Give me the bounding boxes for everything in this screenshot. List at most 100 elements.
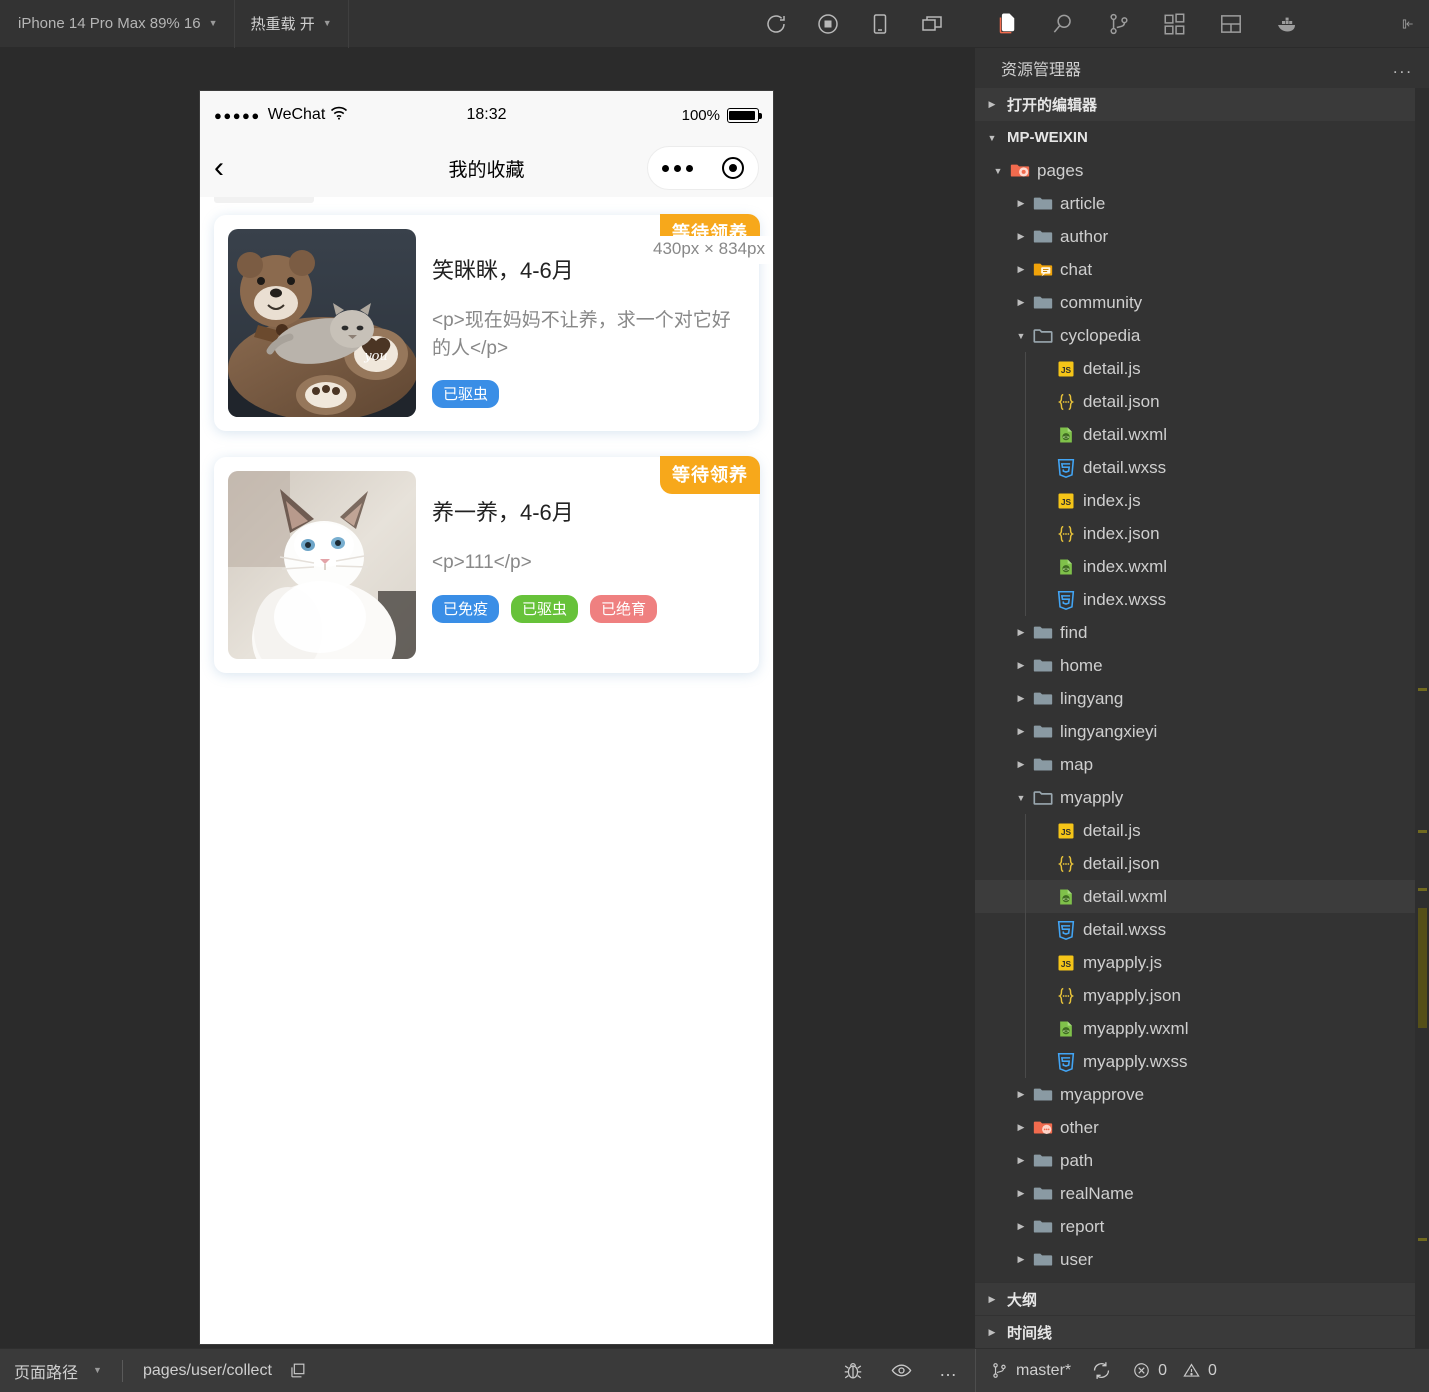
- docker-icon[interactable]: [1273, 10, 1301, 38]
- wechat-capsule-button[interactable]: [647, 146, 759, 190]
- more-dots-icon[interactable]: [662, 164, 694, 172]
- chevron-right-icon[interactable]: ▶: [1012, 198, 1030, 209]
- tree-folder-map[interactable]: ▶ map: [975, 748, 1429, 781]
- chevron-right-icon[interactable]: ▶: [1012, 726, 1030, 737]
- tree-item-label: other: [1060, 1117, 1099, 1137]
- chevron-right-icon[interactable]: ▶: [1012, 759, 1030, 770]
- problems-indicator[interactable]: 0 0: [1132, 1361, 1217, 1380]
- source-control-icon[interactable]: [1105, 10, 1133, 38]
- tree-folder-lingyangxieyi[interactable]: ▶ lingyangxieyi: [975, 715, 1429, 748]
- more-icon[interactable]: …: [939, 1360, 959, 1381]
- tree-file-detail.wxss[interactable]: detail.wxss: [975, 913, 1429, 946]
- tree-folder-find[interactable]: ▶ find: [975, 616, 1429, 649]
- tree-item-label: chat: [1060, 259, 1093, 279]
- tree-file-detail.js[interactable]: JS detail.js: [975, 814, 1429, 847]
- tree-file-detail.wxml[interactable]: <> detail.wxml: [975, 418, 1429, 451]
- folder-icon: [1030, 721, 1056, 743]
- refresh-icon[interactable]: [763, 11, 789, 37]
- chevron-right-icon: ▶: [988, 1326, 996, 1337]
- chevron-left-icon[interactable]: ‹: [214, 153, 248, 183]
- chevron-down-icon[interactable]: ▼: [989, 166, 1007, 176]
- overview-ruler[interactable]: [1415, 88, 1429, 1348]
- outline-section[interactable]: ▶ 大纲: [975, 1282, 1429, 1315]
- chevron-down-icon[interactable]: ▼: [1012, 793, 1030, 803]
- tree-folder-article[interactable]: ▶ article: [975, 187, 1429, 220]
- activity-bar: [975, 0, 1429, 48]
- hot-reload-selector[interactable]: 热重载 开 ▼: [235, 0, 348, 48]
- ide-window: iPhone 14 Pro Max 89% 16 ▼ 热重载 开 ▼ ●●●●●…: [0, 0, 1429, 1392]
- chevron-right-icon[interactable]: ▶: [1012, 297, 1030, 308]
- chevron-right-icon[interactable]: ▶: [1012, 1254, 1030, 1265]
- tree-folder-report[interactable]: ▶ report: [975, 1210, 1429, 1243]
- tree-item-label: detail.js: [1083, 820, 1141, 840]
- tree-file-index.wxss[interactable]: index.wxss: [975, 583, 1429, 616]
- open-editors-label: 打开的编辑器: [1007, 97, 1098, 114]
- chevron-right-icon[interactable]: ▶: [1012, 693, 1030, 704]
- tree-item-label: detail.json: [1083, 853, 1160, 873]
- tree-item-label: index.json: [1083, 523, 1160, 543]
- tree-folder-path[interactable]: ▶ path: [975, 1144, 1429, 1177]
- folder-special-icon: [1007, 160, 1033, 182]
- hot-reload-label: 热重载 开: [250, 16, 315, 33]
- chevron-right-icon[interactable]: ▶: [1012, 1188, 1030, 1199]
- mobile-icon[interactable]: [867, 11, 893, 37]
- collection-card[interactable]: 等待领养: [214, 456, 760, 673]
- chevron-right-icon[interactable]: ▶: [1012, 1155, 1030, 1166]
- copy-icon[interactable]: [288, 1361, 307, 1380]
- tree-folder-chat[interactable]: ▶ chat: [975, 253, 1429, 286]
- tree-item-label: find: [1060, 622, 1088, 642]
- record-stop-icon[interactable]: [815, 11, 841, 37]
- tree-file-detail.json[interactable]: detail.json: [975, 385, 1429, 418]
- chevron-down-icon[interactable]: ▼: [1012, 331, 1030, 341]
- tree-folder-other[interactable]: ▶ other: [975, 1111, 1429, 1144]
- tree-file-myapply.json[interactable]: myapply.json: [975, 979, 1429, 1012]
- chevron-right-icon[interactable]: ▶: [1012, 627, 1030, 638]
- tree-folder-myapprove[interactable]: ▶ myapprove: [975, 1078, 1429, 1111]
- tree-file-index.js[interactable]: JS index.js: [975, 484, 1429, 517]
- tree-file-myapply.wxss[interactable]: myapply.wxss: [975, 1045, 1429, 1078]
- chevron-right-icon[interactable]: ▶: [1012, 1089, 1030, 1100]
- git-branch-indicator[interactable]: master*: [990, 1361, 1071, 1380]
- more-icon[interactable]: ...: [1393, 58, 1413, 78]
- tree-file-detail.wxss[interactable]: detail.wxss: [975, 451, 1429, 484]
- page-path-selector[interactable]: 页面路径 ▼: [14, 1359, 102, 1383]
- tree-folder-home[interactable]: ▶ home: [975, 649, 1429, 682]
- timeline-section[interactable]: ▶ 时间线: [975, 1315, 1429, 1348]
- chevron-right-icon[interactable]: ▶: [1012, 1221, 1030, 1232]
- tree-file-detail.json[interactable]: detail.json: [975, 847, 1429, 880]
- device-selector[interactable]: iPhone 14 Pro Max 89% 16 ▼: [0, 0, 234, 48]
- extensions-icon[interactable]: [1161, 10, 1189, 38]
- search-icon[interactable]: [1049, 10, 1077, 38]
- tree-folder-community[interactable]: ▶ community: [975, 286, 1429, 319]
- tree-file-index.wxml[interactable]: <> index.wxml: [975, 550, 1429, 583]
- project-section[interactable]: ▼ MP-WEIXIN: [975, 121, 1429, 154]
- chevron-right-icon[interactable]: ▶: [1012, 264, 1030, 275]
- chevron-right-icon[interactable]: ▶: [1012, 660, 1030, 671]
- tree-folder-lingyang[interactable]: ▶ lingyang: [975, 682, 1429, 715]
- eye-icon[interactable]: [890, 1359, 913, 1382]
- layout-icon[interactable]: [1217, 10, 1245, 38]
- chevron-right-icon[interactable]: ▶: [1012, 1122, 1030, 1133]
- sync-icon[interactable]: [1091, 1360, 1112, 1381]
- tree-file-myapply.wxml[interactable]: <> myapply.wxml: [975, 1012, 1429, 1045]
- tree-folder-myapply[interactable]: ▼ myapply: [975, 781, 1429, 814]
- chevron-right-icon[interactable]: ▶: [1012, 231, 1030, 242]
- tree-file-detail.js[interactable]: JS detail.js: [975, 352, 1429, 385]
- tree-folder-cyclopedia[interactable]: ▼ cyclopedia: [975, 319, 1429, 352]
- close-target-icon[interactable]: [721, 157, 744, 179]
- debug-icon[interactable]: [842, 1360, 864, 1382]
- explorer-icon[interactable]: [993, 10, 1021, 38]
- open-editors-section[interactable]: ▶ 打开的编辑器: [975, 88, 1429, 121]
- tree-folder-author[interactable]: ▶ author: [975, 220, 1429, 253]
- tree-file-myapply.js[interactable]: JS myapply.js: [975, 946, 1429, 979]
- tree-file-detail.wxml[interactable]: <> detail.wxml: [975, 880, 1429, 913]
- indent-guide: [1025, 814, 1026, 847]
- tree-folder-user[interactable]: ▶ user: [975, 1243, 1429, 1276]
- windows-icon[interactable]: [919, 11, 945, 37]
- tree-item-label: user: [1060, 1249, 1094, 1269]
- tree-item-label: home: [1060, 655, 1103, 675]
- tree-folder-realName[interactable]: ▶ realName: [975, 1177, 1429, 1210]
- tree-file-index.json[interactable]: index.json: [975, 517, 1429, 550]
- tree-folder-pages[interactable]: ▼ pages: [975, 154, 1429, 187]
- collapse-panel-icon[interactable]: [1401, 10, 1429, 38]
